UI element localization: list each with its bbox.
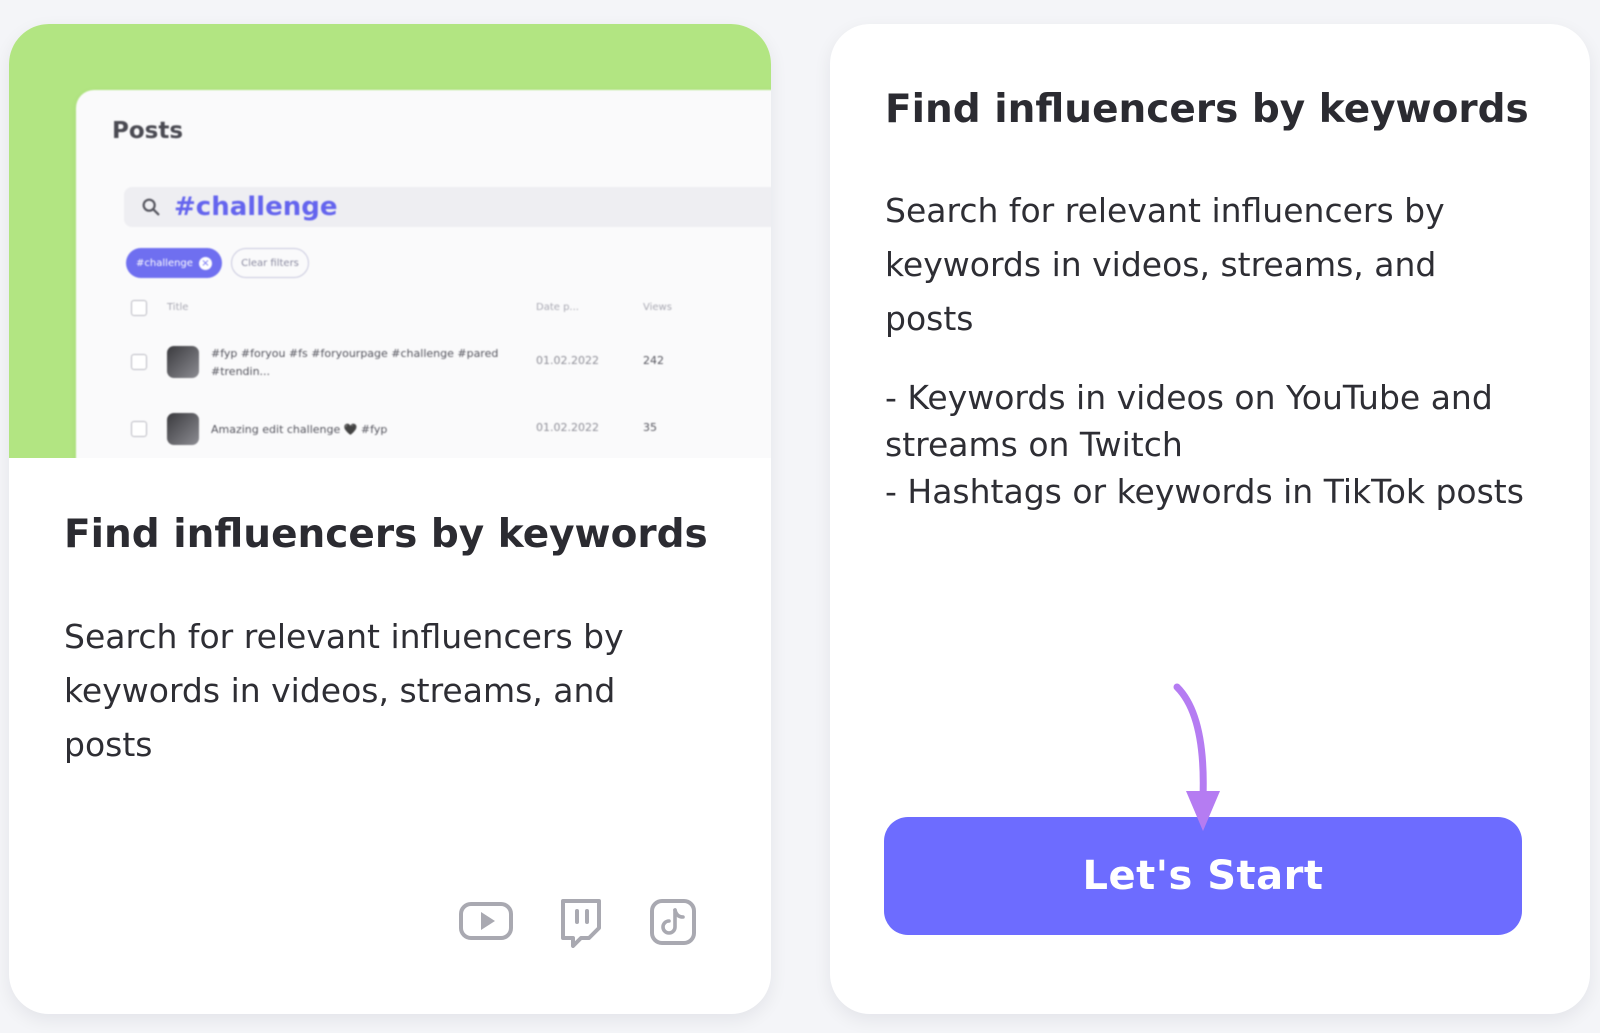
card-title: Find influencers by keywords [64, 512, 708, 557]
active-filter-label: #challenge [136, 257, 193, 269]
clear-filters-chip: Clear filters [231, 248, 309, 278]
post-date: 01.02.2022 [536, 354, 599, 367]
feature-bullet-list: - Keywords in videos on YouTube and stre… [885, 374, 1535, 515]
posts-panel-title: Posts [112, 118, 184, 144]
youtube-icon [458, 898, 514, 942]
post-views: 242 [643, 354, 664, 367]
remove-filter-icon: × [198, 256, 212, 270]
arrow-down-icon [1173, 683, 1220, 831]
post-date: 01.02.2022 [536, 421, 599, 434]
post-title: #fyp #foryou #fs #foryourpage #challenge… [211, 347, 499, 378]
search-icon [142, 198, 160, 216]
search-query: #challenge [174, 192, 338, 222]
posts-search-bar: #challenge [124, 187, 771, 227]
column-header-date: Date p... [536, 302, 579, 313]
post-views: 35 [643, 421, 657, 434]
feature-card-preview[interactable]: Posts #challenge #challenge × Clear filt… [9, 24, 771, 1014]
posts-panel-screenshot: Posts #challenge #challenge × Clear filt… [76, 90, 771, 458]
table-row: Amazing edit challenge 🖤 #fyp 01.02.2022… [131, 412, 771, 446]
card-description: Search for relevant influencers by keywo… [885, 191, 1445, 338]
row-checkbox [131, 421, 147, 437]
posts-table-header: Title Date p... Views [131, 300, 771, 322]
feature-card-details: Find influencers by keywords Search for … [830, 24, 1590, 1014]
feature-bullet: - Keywords in videos on YouTube and stre… [885, 378, 1493, 464]
platform-icons [458, 898, 708, 948]
select-all-checkbox [131, 300, 147, 316]
table-row: #fyp #foryou #fs #foryourpage #challenge… [131, 342, 771, 388]
column-header-title: Title [167, 302, 189, 313]
post-thumbnail [167, 413, 199, 445]
column-header-views: Views [643, 302, 672, 313]
post-title: Amazing edit challenge 🖤 #fyp [211, 423, 388, 436]
card-title: Find influencers by keywords [885, 87, 1529, 132]
twitch-icon [557, 898, 603, 948]
tiktok-icon [649, 898, 697, 946]
card-description: Search for relevant influencers by keywo… [64, 617, 624, 764]
preview-image: Posts #challenge #challenge × Clear filt… [9, 24, 771, 458]
active-filter-chip: #challenge × [126, 248, 222, 278]
row-checkbox [131, 354, 147, 370]
feature-bullet: - Hashtags or keywords in TikTok posts [885, 472, 1524, 511]
post-thumbnail [167, 346, 199, 378]
